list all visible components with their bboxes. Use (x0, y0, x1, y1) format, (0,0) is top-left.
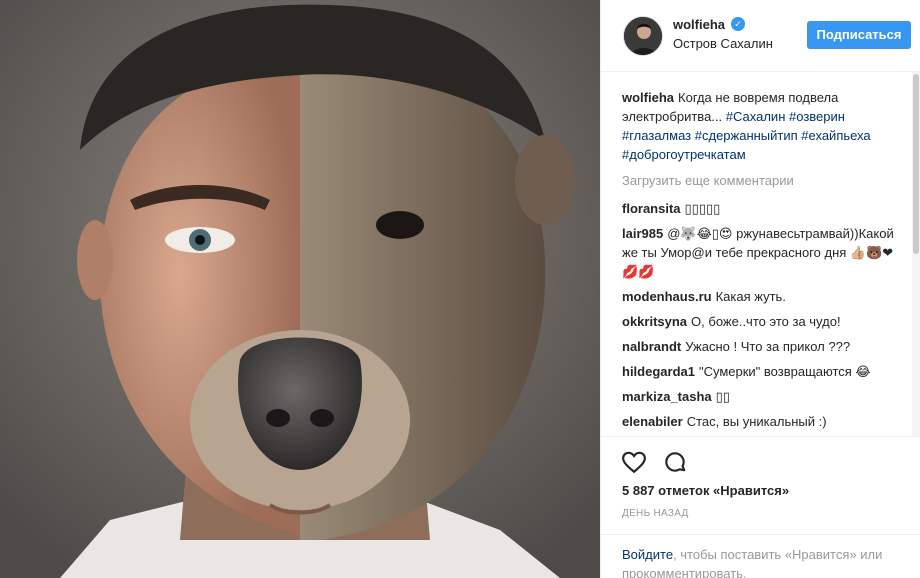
post-side-panel: wolfieha ✓ Остров Сахалин Подписаться wo… (600, 0, 920, 578)
comment-username[interactable]: modenhaus.ru (622, 289, 712, 304)
comment-username[interactable]: hildegarda1 (622, 364, 695, 379)
comments-scrollbar[interactable] (912, 72, 920, 436)
comment: floransita ▯▯▯▯▯ (622, 199, 903, 218)
login-link[interactable]: Войдите (622, 547, 673, 562)
load-more-comments-link[interactable]: Загрузить еще комментарии (622, 172, 903, 190)
post-actions (601, 436, 920, 478)
comment-username[interactable]: nalbrandt (622, 339, 681, 354)
comment: elenabiler Стас, вы уникальный :) (622, 412, 903, 431)
post-time[interactable]: день назад (622, 508, 689, 519)
comment-text: Ужасно ! Что за прикол ??? (685, 339, 851, 354)
comment: nalbrandt Ужасно ! Что за прикол ??? (622, 337, 903, 356)
comment-text: ▯▯▯▯▯ (684, 201, 721, 216)
post-header: wolfieha ✓ Остров Сахалин Подписаться (601, 0, 920, 72)
hashtag[interactable]: #глазалмаз (622, 128, 691, 143)
comment-username[interactable]: okkritsyna (622, 314, 687, 329)
comment-text: Стас, вы уникальный :) (686, 414, 827, 429)
comment-text: О, боже..что это за чудо! (691, 314, 841, 329)
verified-badge-icon: ✓ (731, 17, 745, 31)
avatar[interactable] (623, 16, 663, 56)
comment-icon[interactable] (662, 449, 688, 475)
comment-username[interactable]: floransita (622, 201, 681, 216)
scrollbar-thumb[interactable] (913, 74, 919, 254)
comment: hildegarda1 "Сумерки" возвращаются 😂 (622, 362, 903, 381)
comment-username[interactable]: lair985 (622, 226, 663, 241)
post-location[interactable]: Остров Сахалин (673, 36, 773, 51)
caption-username[interactable]: wolfieha (622, 90, 674, 105)
comment: okkritsyna О, боже..что это за чудо! (622, 312, 903, 331)
comment-text: Какая жуть. (715, 289, 786, 304)
comment: modenhaus.ru Какая жуть. (622, 287, 903, 306)
hashtag[interactable]: #доброгоутречкатам (622, 147, 746, 162)
comment: lair985 @🐺😂▯😍 ржунавесьтрамвай))Какой же … (622, 224, 903, 281)
caption: wolfieha Когда не вовремя подвела электро… (622, 88, 903, 164)
likes-count[interactable]: 5 887 отметок «Нравится» (622, 483, 789, 498)
comment-username[interactable]: markiza_tasha (622, 389, 712, 404)
post-photo[interactable] (0, 0, 600, 578)
post-username[interactable]: wolfieha (673, 17, 725, 32)
hashtag[interactable]: #ехайпьеха (801, 128, 870, 143)
follow-button[interactable]: Подписаться (807, 21, 911, 49)
man-bear-face-image (0, 0, 600, 578)
hashtag[interactable]: #озверин (789, 109, 845, 124)
comments-list: wolfieha Когда не вовремя подвела электро… (601, 72, 913, 436)
avatar-image (624, 17, 662, 55)
hashtag[interactable]: #Сахалин (726, 109, 786, 124)
heart-icon[interactable] (621, 449, 647, 475)
comment-text: ▯▯ (715, 389, 730, 404)
comment-username[interactable]: elenabiler (622, 414, 683, 429)
comment: markiza_tasha ▯▯ (622, 387, 903, 406)
login-prompt: Войдите, чтобы поставить «Нравится» или … (601, 534, 920, 578)
comment-text: "Сумерки" возвращаются 😂 (698, 364, 871, 379)
hashtag[interactable]: #сдержанныйтип (695, 128, 798, 143)
